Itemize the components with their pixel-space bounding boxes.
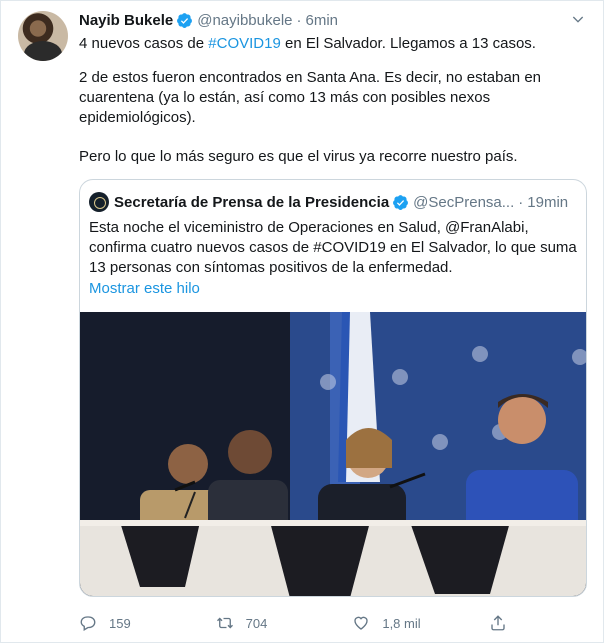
chevron-down-icon[interactable] xyxy=(570,11,586,27)
share-icon xyxy=(491,615,505,631)
tweet-card[interactable]: Nayib Bukele @nayibbukele · 6min 4 nuevo… xyxy=(0,0,604,643)
tweet-timestamp[interactable]: 6min xyxy=(306,12,339,29)
text-segment: en El Salvador. Llegamos a 13 casos. xyxy=(280,35,536,52)
quoted-tweet-timestamp[interactable]: 19min xyxy=(527,194,568,211)
separator-dot: · xyxy=(518,193,524,211)
press-conference-photo[interactable] xyxy=(80,312,586,596)
quoted-tweet-text: Esta noche el viceministro de Operacione… xyxy=(89,219,577,276)
quoted-author-handle[interactable]: @SecPrensa... xyxy=(413,194,514,211)
share-button[interactable] xyxy=(489,614,519,632)
tweet-text-paragraph-3: Pero lo que lo más seguro es que el viru… xyxy=(79,148,518,165)
hashtag-link[interactable]: #COVID19 xyxy=(208,35,281,52)
retweet-count: 704 xyxy=(245,615,268,631)
photo-illustration xyxy=(80,312,586,596)
tweet-actions: 159 704 1,8 mil xyxy=(79,611,519,635)
author-avatar[interactable] xyxy=(18,11,68,61)
like-button[interactable]: 1,8 mil xyxy=(352,614,489,632)
reply-count: 159 xyxy=(109,615,131,631)
tweet-header: Nayib Bukele @nayibbukele · 6min xyxy=(79,10,338,30)
separator-dot: · xyxy=(296,11,302,29)
retweet-icon xyxy=(216,617,233,629)
reply-icon xyxy=(80,616,96,631)
tweet-text-line1: 4 nuevos casos de #COVID19 en El Salvado… xyxy=(79,34,579,54)
text-segment: 4 nuevos casos de xyxy=(79,35,209,52)
author-name[interactable]: Nayib Bukele xyxy=(79,12,173,29)
tweet-text-paragraph-2: 2 de estos fueron encontrados en Santa A… xyxy=(79,69,541,126)
quoted-author-name[interactable]: Secretaría de Prensa de la Presidencia xyxy=(114,194,389,211)
reply-button[interactable]: 159 xyxy=(79,614,216,632)
heart-icon xyxy=(354,616,369,630)
quoted-tweet-header: Secretaría de Prensa de la Presidencia @… xyxy=(89,192,568,212)
show-thread-link[interactable]: Mostrar este hilo xyxy=(89,280,200,297)
author-handle[interactable]: @nayibbukele xyxy=(197,12,292,29)
quoted-author-avatar[interactable] xyxy=(89,192,109,212)
verified-badge-icon xyxy=(177,12,193,28)
retweet-button[interactable]: 704 xyxy=(216,614,353,632)
quoted-tweet[interactable]: Secretaría de Prensa de la Presidencia @… xyxy=(79,179,587,597)
like-count: 1,8 mil xyxy=(382,615,421,631)
verified-badge-icon xyxy=(393,194,409,210)
